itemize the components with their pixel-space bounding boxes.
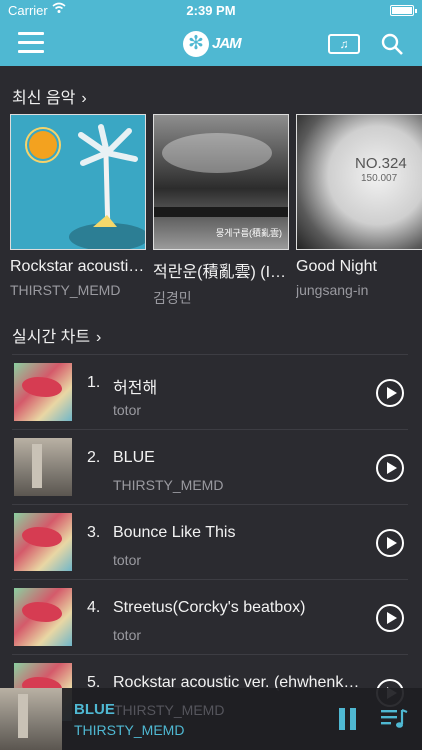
album-title: 적란운(積亂雲) (I… — [153, 264, 287, 281]
play-button[interactable] — [376, 604, 404, 632]
track-rank: 3. — [87, 524, 101, 541]
status-bar: Carrier 2:39 PM — [0, 0, 422, 22]
track-title: 허전해 — [113, 380, 158, 397]
logo-mark-icon — [183, 31, 209, 57]
play-button[interactable] — [376, 454, 404, 482]
pause-button[interactable] — [338, 708, 358, 730]
app-logo: JAM — [183, 30, 243, 58]
nav-bar: JAM ♫ — [0, 22, 422, 66]
album-card[interactable]: NO.324 150.007 Good Night jungsang-in — [296, 114, 422, 298]
cover-number: NO.324 — [355, 155, 407, 172]
album-artist: jungsang-in — [296, 282, 369, 298]
track-artist: totor — [113, 402, 142, 418]
album-title: Rockstar acoustic ver. — [10, 258, 146, 275]
album-artist: THIRSTY_MEMD — [10, 282, 121, 298]
track-thumbnail — [14, 588, 72, 646]
chart-row[interactable]: 1. 허전해 totor — [12, 354, 408, 429]
clock: 2:39 PM — [186, 3, 236, 18]
latest-music-title: 최신 음악 — [12, 90, 76, 107]
cover-caption: 뭉게구름(積亂雲) — [215, 228, 282, 238]
play-button[interactable] — [376, 379, 404, 407]
now-playing-title: BLUE — [74, 701, 115, 718]
album-artist: 김경민 — [153, 290, 192, 304]
album-card[interactable]: Rockstar acoustic ver. THIRSTY_MEMD — [10, 114, 146, 298]
mini-player[interactable]: THIRSTY_MEMD BLUE THIRSTY_MEMD — [0, 688, 422, 750]
realtime-chart-header[interactable]: 실시간 차트 › — [12, 323, 101, 347]
track-artist: totor — [113, 627, 142, 643]
cloud-shape — [162, 133, 272, 173]
track-title: Bounce Like This — [113, 524, 236, 541]
now-playing-thumbnail[interactable] — [0, 688, 62, 750]
now-playing-artist: THIRSTY_MEMD — [74, 722, 185, 738]
track-thumbnail — [14, 363, 72, 421]
chart-row[interactable]: 4. Streetus(Corcky's beatbox) totor — [12, 579, 408, 654]
logo-text: JAM — [212, 35, 242, 52]
track-artist: THIRSTY_MEMD — [113, 477, 224, 493]
album-cover: 뭉게구름(積亂雲) — [153, 114, 289, 250]
horizon-band — [154, 207, 288, 217]
menu-button[interactable] — [18, 32, 44, 54]
album-cover: NO.324 150.007 — [296, 114, 422, 250]
track-title: BLUE — [113, 449, 155, 466]
chart-row[interactable]: 2. BLUE THIRSTY_MEMD — [12, 429, 408, 504]
track-thumbnail — [14, 513, 72, 571]
track-rank: 2. — [87, 449, 101, 466]
chevron-right-icon: › — [81, 90, 87, 107]
chevron-right-icon: › — [96, 329, 102, 346]
ticket-button[interactable]: ♫ — [328, 34, 360, 54]
track-rank: 4. — [87, 599, 101, 616]
chart-row[interactable]: 3. Bounce Like This totor — [12, 504, 408, 579]
track-title: Streetus(Corcky's beatbox) — [113, 599, 306, 616]
cover-subnumber: 150.007 — [361, 173, 398, 184]
playlist-icon — [381, 708, 408, 728]
latest-music-header[interactable]: 최신 음악 › — [12, 84, 87, 108]
album-cover — [10, 114, 146, 250]
track-rank: 1. — [87, 374, 101, 391]
album-card[interactable]: 뭉게구름(積亂雲) 적란운(積亂雲) (I… 김경민 — [153, 114, 289, 304]
search-button[interactable] — [380, 32, 404, 56]
playlist-button[interactable] — [380, 708, 408, 730]
play-button[interactable] — [376, 529, 404, 557]
battery-icon — [390, 5, 417, 16]
track-artist: totor — [113, 552, 142, 568]
latest-albums-carousel[interactable]: Rockstar acoustic ver. THIRSTY_MEMD 뭉게구름… — [0, 114, 422, 304]
realtime-chart-title: 실시간 차트 — [12, 329, 91, 346]
underlying-artist-text: THIRSTY_MEMD — [114, 702, 225, 718]
search-icon — [381, 33, 403, 55]
album-title: Good Night — [296, 258, 377, 275]
track-thumbnail — [14, 438, 72, 496]
